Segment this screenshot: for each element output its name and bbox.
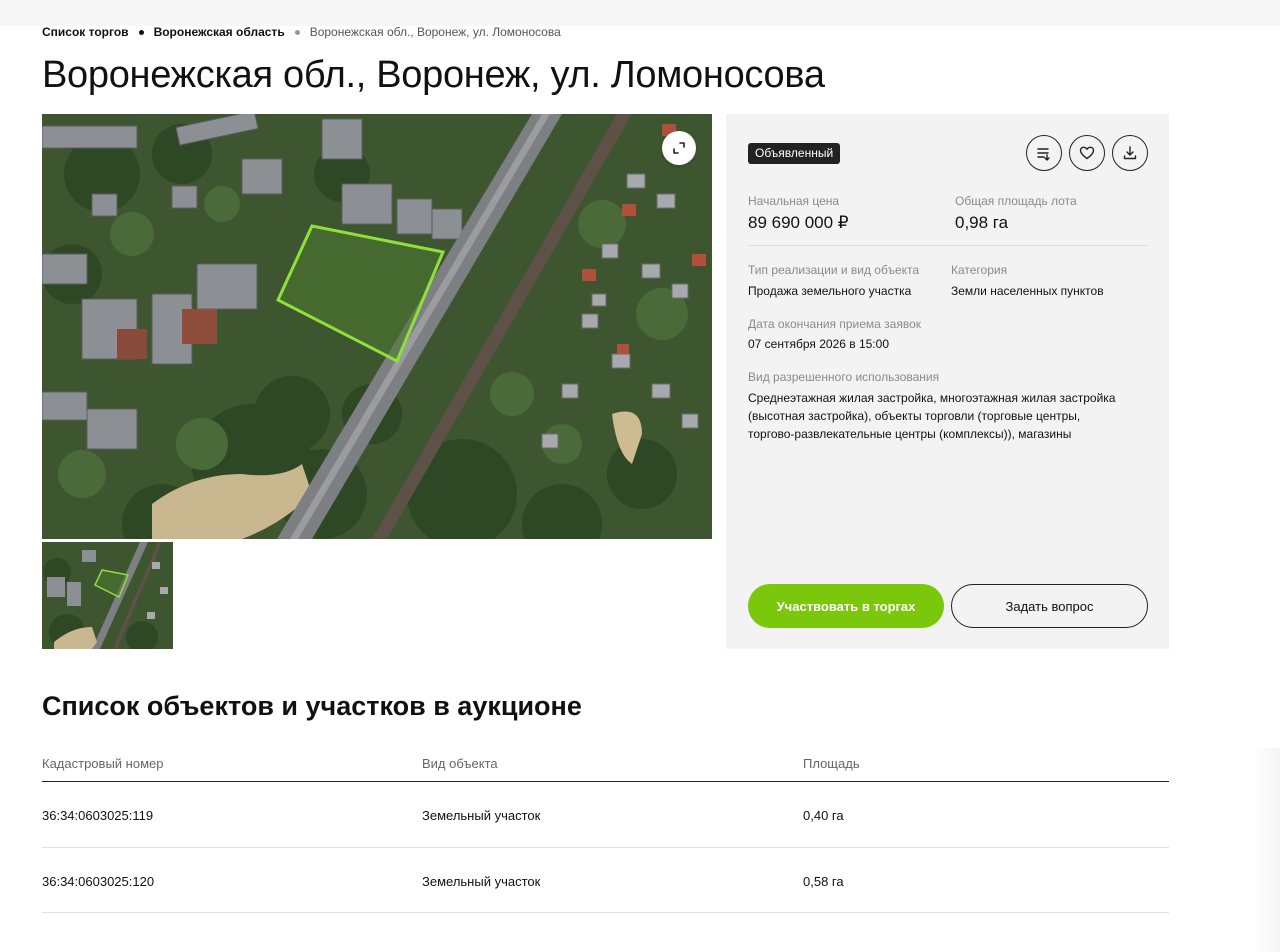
favorite-button[interactable] — [1069, 135, 1105, 171]
object-area: 0,58 га — [803, 873, 844, 889]
lot-area-value: 0,98 га — [955, 213, 1009, 232]
status-badge: Объявленный — [748, 143, 841, 164]
objects-table: Кадастровый номер Вид объекта Площадь 36… — [42, 750, 1169, 913]
expand-gallery-button[interactable] — [662, 131, 696, 165]
permitted-use-label: Вид разрешенного использования — [748, 370, 940, 384]
top-bar — [0, 0, 1280, 26]
start-price-label: Начальная цена — [748, 194, 840, 208]
cadastral-number: 36:34:0603025:119 — [42, 808, 154, 823]
gallery-thumbnail[interactable] — [42, 542, 173, 649]
breadcrumb-item-current: Воронежская обл., Воронеж, ул. Ломоносов… — [309, 25, 561, 39]
deadline-label: Дата окончания приема заявок — [748, 317, 921, 331]
download-icon — [1123, 146, 1137, 160]
participate-button[interactable]: Участвовать в торгах — [748, 584, 944, 628]
category-label: Категория — [951, 263, 1008, 277]
divider — [748, 245, 1148, 246]
breadcrumb-separator — [138, 29, 144, 35]
thumbnail-image — [42, 542, 173, 649]
cadastral-number: 36:34:0603025:120 — [42, 873, 155, 889]
aerial-map-image — [42, 114, 712, 539]
objects-section-title: Список объектов и участков в аукционе — [42, 691, 582, 721]
column-header-object-type: Вид объекта — [422, 756, 498, 771]
breadcrumb: Список торгов Воронежская область Вороне… — [42, 24, 561, 40]
lot-info-panel: Объявленный Начальная цена 89 690 000 ₽ … — [726, 114, 1169, 649]
expand-icon — [673, 142, 685, 154]
heart-icon — [1079, 146, 1095, 160]
deadline-value: 07 сентября 2026 в 15:00 — [748, 337, 889, 351]
list-compare-icon — [1037, 148, 1050, 161]
object-area: 0,40 га — [803, 808, 844, 823]
main-photo[interactable] — [42, 114, 712, 539]
ask-question-button[interactable]: Задать вопрос — [951, 584, 1148, 628]
breadcrumb-item-auctions[interactable]: Список торгов — [42, 25, 129, 39]
object-type: Земельный участок — [422, 873, 541, 889]
column-header-area: Площадь — [803, 756, 860, 771]
compare-button[interactable] — [1026, 135, 1062, 171]
download-button[interactable] — [1112, 135, 1148, 171]
breadcrumb-item-region[interactable]: Воронежская область — [154, 25, 285, 39]
object-type: Земельный участок — [422, 808, 541, 823]
lot-area-label: Общая площадь лота — [955, 194, 1077, 208]
page-title: Воронежская обл., Воронеж, ул. Ломоносов… — [42, 54, 825, 96]
permitted-use-value: Среднеэтажная жилая застройка, многоэтаж… — [748, 391, 1116, 441]
breadcrumb-separator — [294, 29, 300, 35]
table-header: Кадастровый номер Вид объекта Площадь — [42, 750, 1169, 782]
start-price-value: 89 690 000 ₽ — [748, 213, 849, 232]
category-value: Земли населенных пунктов — [951, 284, 1104, 298]
table-row[interactable]: 36:34:0603025:120 Земельный участок 0,58… — [42, 848, 1169, 913]
sale-type-label: Тип реализации и вид объекта — [748, 263, 920, 277]
side-panel-edge — [1254, 748, 1280, 952]
table-row[interactable]: 36:34:0603025:119 Земельный участок 0,40… — [42, 782, 1169, 848]
column-header-cadastral: Кадастровый номер — [42, 756, 164, 771]
sale-type-value: Продажа земельного участка — [748, 284, 912, 298]
